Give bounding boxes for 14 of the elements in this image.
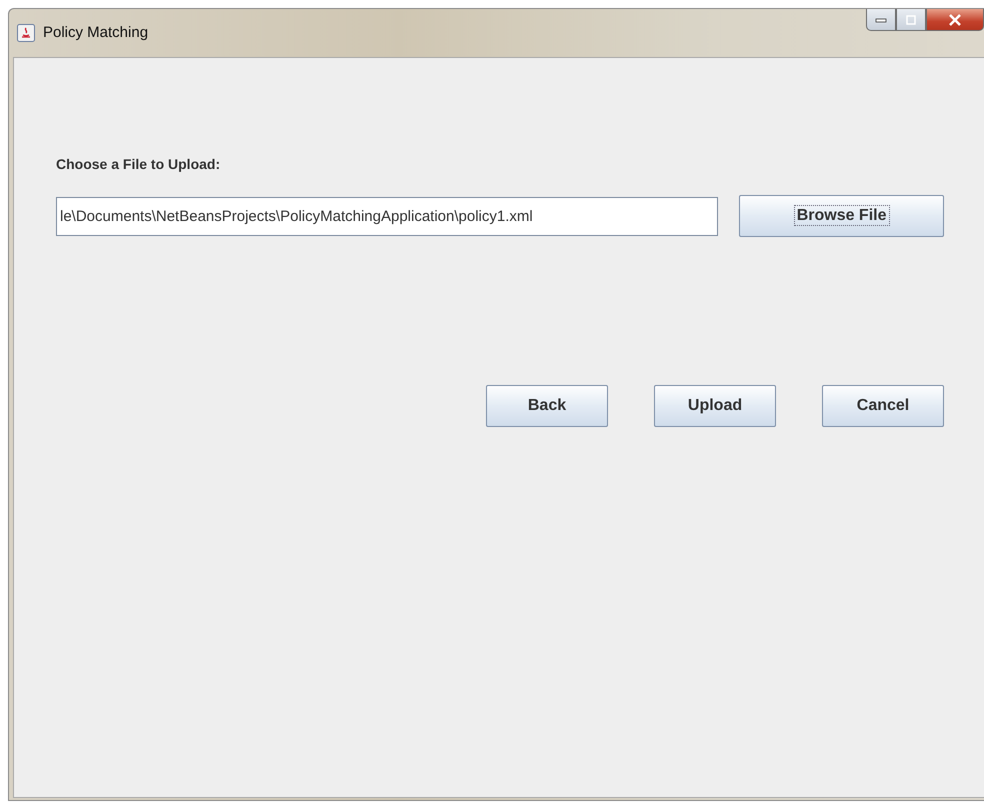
file-path-field[interactable]: le\Documents\NetBeansProjects\PolicyMatchingApplication\policy1.xml: [56, 196, 718, 236]
minimize-icon: [875, 16, 887, 22]
maximize-icon: [905, 14, 917, 24]
browse-file-button[interactable]: Browse File: [739, 195, 944, 237]
window-title: Policy Matching: [43, 22, 148, 43]
dialog-button[interactable]: Cancel: [822, 385, 944, 427]
dialog-button[interactable]: Upload: [654, 385, 776, 427]
maximize-button[interactable]: [896, 9, 926, 31]
close-button[interactable]: [926, 9, 984, 31]
close-icon: [948, 14, 962, 26]
app-icon: [17, 24, 35, 42]
dialog-button[interactable]: Back: [486, 385, 608, 427]
upload-label: Choose a File to Upload:: [56, 155, 222, 174]
minimize-button[interactable]: [866, 9, 896, 31]
